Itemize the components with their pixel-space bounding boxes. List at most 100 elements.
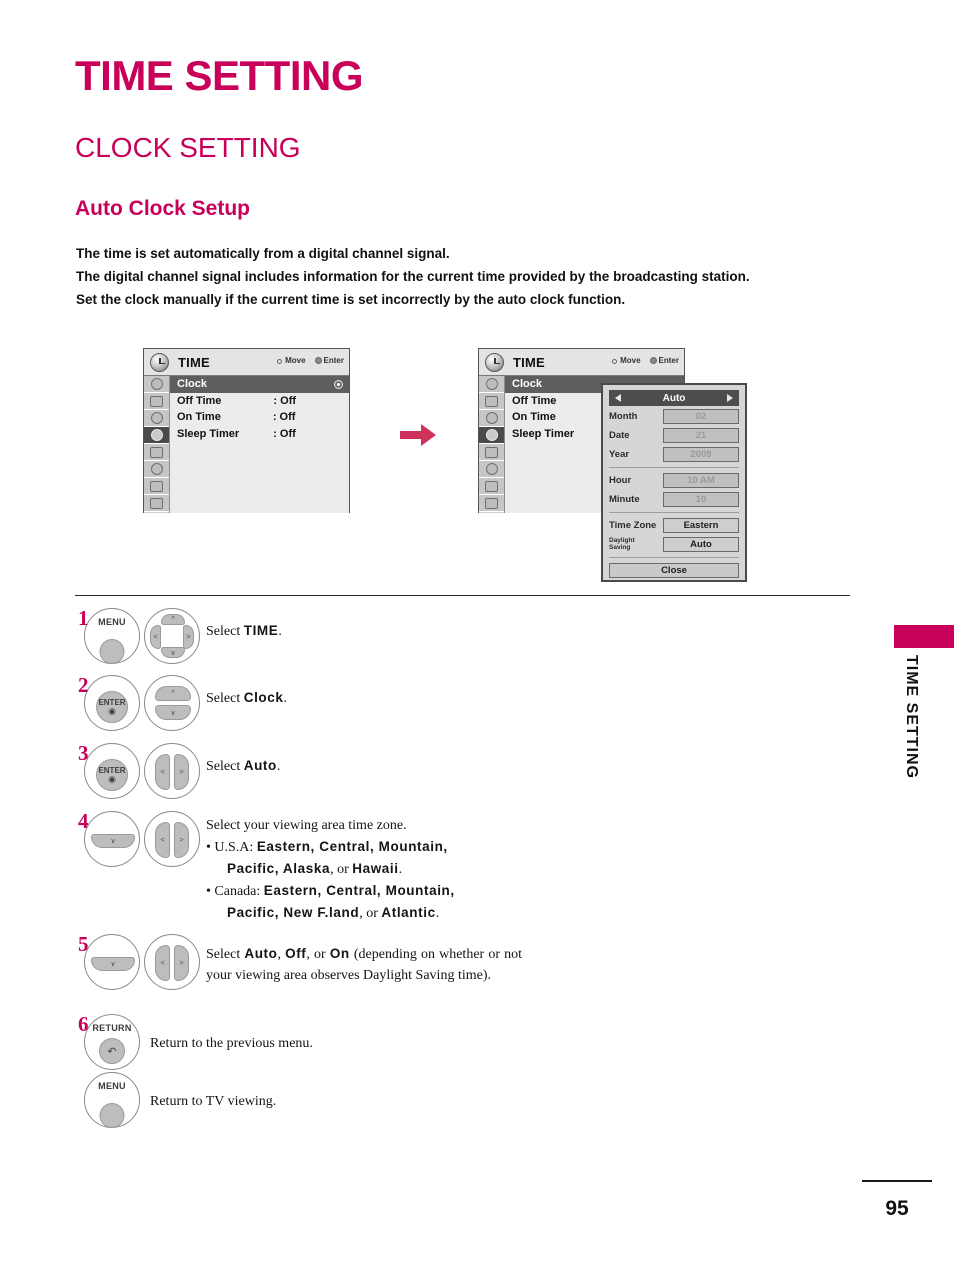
menu-button-label: MENU (98, 617, 126, 627)
step5-t1: Select (206, 947, 245, 962)
return-button[interactable]: RETURN ↶ (84, 1014, 140, 1070)
navpad-up-icon[interactable]: ^ (155, 686, 191, 701)
navpad-down[interactable]: ∨ (84, 934, 140, 990)
navpad-4way[interactable]: ^ ∨ < > (144, 608, 200, 664)
navpad-down-icon[interactable]: ∨ (91, 957, 135, 971)
navpad-left-icon[interactable]: < (150, 625, 161, 649)
step-number: 6 (78, 1012, 89, 1036)
navpad-right-icon[interactable]: > (174, 822, 189, 858)
return-button-label: RETURN (92, 1023, 132, 1033)
osd-row-on-time[interactable]: On Time : Off (170, 409, 349, 426)
navpad-up-icon[interactable]: ^ (161, 614, 185, 625)
navpad-down-icon[interactable]: ∨ (161, 647, 185, 658)
intro-line-3: Set the clock manually if the current ti… (76, 292, 626, 307)
step-2: 2 ENTER ◉ ^ ∨ Select Clock. (78, 673, 858, 743)
hour-label: Hour (609, 474, 632, 486)
navpad-leftright[interactable]: < > (144, 743, 200, 799)
hour-field[interactable]: 10 AM (663, 472, 739, 488)
year-label: Year (609, 448, 630, 460)
osd-row-off-time[interactable]: Off Time : Off (170, 393, 349, 410)
step-number: 1 (78, 606, 89, 630)
daylight-saving-field[interactable]: Auto (663, 536, 739, 552)
page-title: TIME SETTING (75, 52, 364, 99)
rail-icon-picture[interactable] (144, 376, 169, 393)
dialog-row-month: Month 02 (609, 407, 739, 425)
rail-icon-usb[interactable] (144, 495, 169, 512)
menu-button[interactable]: MENU (84, 608, 140, 664)
osd-hints: Move Enter (609, 356, 679, 365)
rail-icon-input[interactable] (479, 478, 504, 495)
radio-icon (334, 379, 343, 389)
navpad-updown[interactable]: ^ ∨ (144, 675, 200, 731)
year-field[interactable]: 2009 (663, 446, 739, 462)
rail-icon-audio[interactable] (479, 410, 504, 427)
rail-icon-screen[interactable] (479, 393, 504, 410)
rail-icon-lock[interactable] (144, 461, 169, 478)
rail-icon-time[interactable] (144, 427, 169, 444)
left-arrow-icon[interactable] (615, 394, 621, 402)
navpad-right-icon[interactable]: > (174, 754, 189, 790)
step-2-text: Select Clock. (206, 675, 858, 709)
step5-b3: On (329, 946, 350, 961)
right-arrow-icon[interactable] (727, 394, 733, 402)
navpad-leftright[interactable]: < > (144, 934, 200, 990)
daylight-saving-label-line1: Daylight (609, 536, 635, 544)
minute-field[interactable]: 10 (663, 491, 739, 507)
osd-row-clock[interactable]: Clock (170, 376, 349, 393)
section-title: CLOCK SETTING (75, 132, 301, 163)
navpad-down[interactable]: ∨ (84, 811, 140, 867)
osd-row-label: Off Time (512, 394, 557, 407)
step-6-return-text: Return to the previous menu. (150, 1036, 313, 1051)
rail-icon-screen[interactable] (144, 393, 169, 410)
usa-zone-last: Hawaii (352, 861, 399, 876)
navpad-down-icon[interactable]: ∨ (155, 705, 191, 720)
rail-icon-usb[interactable] (479, 495, 504, 512)
rail-icon-picture[interactable] (479, 376, 504, 393)
usa-zones-line2: Pacific, Alaska (227, 861, 331, 876)
navpad-left-icon[interactable]: < (155, 822, 170, 858)
rail-icon-audio[interactable] (144, 410, 169, 427)
osd-row-label: Clock (512, 378, 542, 391)
enter-button[interactable]: ENTER ◉ (84, 743, 140, 799)
close-button[interactable]: Close (609, 563, 739, 578)
divider (609, 557, 739, 558)
menu-button[interactable]: MENU (84, 1072, 140, 1128)
rail-icon-option[interactable] (479, 444, 504, 461)
month-label: Month (609, 410, 638, 422)
sidebar-accent-tab (894, 625, 954, 648)
osd-icon-rail (479, 376, 505, 513)
canada-zones-line2: Pacific, New F.land (227, 905, 360, 920)
dialog-row-daylight-saving: Daylight Saving Auto (609, 535, 739, 553)
navpad-down-icon[interactable]: ∨ (91, 834, 135, 848)
navpad-leftright[interactable]: < > (144, 811, 200, 867)
navpad-left-icon[interactable]: < (155, 945, 170, 981)
rail-icon-input[interactable] (144, 478, 169, 495)
navpad-left-icon[interactable]: < (155, 754, 170, 790)
clock-icon (150, 352, 169, 372)
enter-button[interactable]: ENTER ◉ (84, 675, 140, 731)
navpad-right-icon[interactable]: > (174, 945, 189, 981)
dialog-row-time-zone: Time Zone Eastern (609, 516, 739, 534)
menu-button-label: MENU (98, 1081, 126, 1091)
osd-header: TIME Move Enter (144, 349, 349, 376)
rail-icon-time[interactable] (479, 427, 504, 444)
rail-icon-option[interactable] (144, 444, 169, 461)
time-zone-field[interactable]: Eastern (663, 517, 739, 533)
osd-row-label: Off Time (177, 394, 222, 407)
step-text-suffix: . (278, 624, 282, 639)
step-text-suffix: . (276, 759, 281, 774)
step-buttons: ∨ < > (78, 811, 206, 867)
enter-button-dot: ENTER ◉ (96, 759, 128, 791)
month-field[interactable]: 02 (663, 408, 739, 424)
step-buttons: ∨ < > (78, 934, 206, 990)
osd-title: TIME (513, 354, 545, 370)
hint-enter-label: Enter (323, 356, 344, 365)
date-field[interactable]: 21 (663, 427, 739, 443)
step-4-heading: Select your viewing area time zone. (206, 818, 407, 833)
navpad-right-icon[interactable]: > (183, 625, 194, 649)
rail-icon-lock[interactable] (479, 461, 504, 478)
osd-row-sleep-timer[interactable]: Sleep Timer : Off (170, 426, 349, 443)
step-1-text: Select TIME. (206, 608, 858, 642)
hint-move-label: Move (620, 356, 641, 365)
osd-row-label: Sleep Timer (512, 427, 575, 440)
